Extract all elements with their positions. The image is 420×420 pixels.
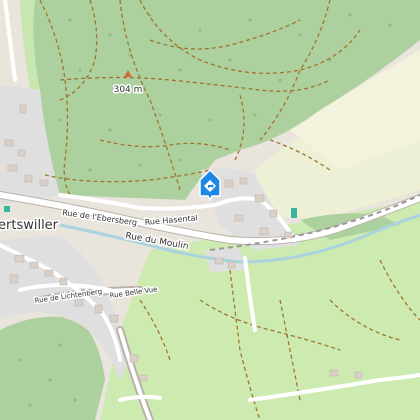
poi-marker-small <box>291 208 297 218</box>
map-canvas[interactable]: 304 m ertswiller Rue de l'Ebersberg Rue … <box>0 0 420 420</box>
town-label: ertswiller <box>0 218 59 233</box>
forest-area-south <box>0 316 105 420</box>
poi-marker-west-dot <box>4 206 10 212</box>
elevation-label: 304 m <box>114 85 143 95</box>
map-viewport[interactable]: 304 m ertswiller Rue de l'Ebersberg Rue … <box>0 0 420 420</box>
